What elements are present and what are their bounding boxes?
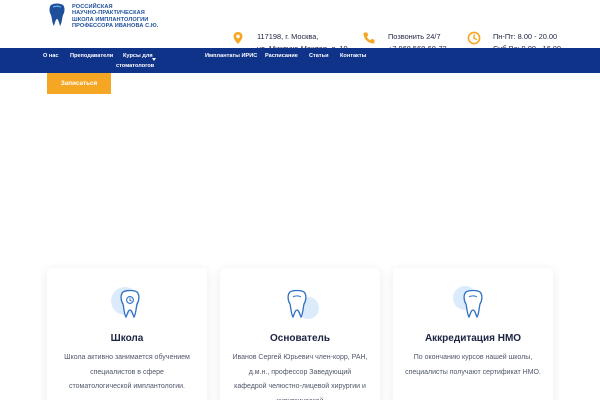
card-body: Иванов Сергей Юрьевич член-корр, РАН, д.… bbox=[232, 354, 368, 400]
tooth-icon bbox=[453, 286, 483, 319]
hours-line: Пн-Пт: 8.00 - 20.00 bbox=[493, 32, 558, 41]
nav-item-teachers[interactable]: Преподаватели bbox=[70, 51, 113, 61]
logo-line: ПРОФЕССОРА ИВАНОВА С.Ю. bbox=[72, 22, 159, 29]
card-body: Школа активно занимается обучением специ… bbox=[64, 354, 190, 390]
address-line: 117198, г. Москва, bbox=[257, 32, 319, 41]
phone-label: Позвонить 24/7 bbox=[388, 32, 441, 41]
nav-item-implants[interactable]: Имплантаты ИРИС bbox=[205, 51, 257, 61]
feature-card-school: Школа Школа активно занимается обучением… bbox=[47, 268, 207, 400]
nav-item-courses[interactable]: Курсы для bbox=[123, 51, 153, 61]
card-title: Аккредитация НМО bbox=[424, 333, 522, 344]
phone-icon bbox=[363, 32, 375, 44]
nav-item-courses-line2[interactable]: стоматологов bbox=[116, 61, 154, 71]
card-title: Основатель bbox=[269, 333, 331, 344]
feature-card-founder: Основатель Иванов Сергей Юрьевич член-ко… bbox=[220, 268, 380, 400]
card-body: По окончанию курсов нашей школы, специал… bbox=[405, 354, 541, 376]
map-pin-icon bbox=[233, 32, 243, 44]
logo-line: ШКОЛА ИМПЛАНТОЛОГИИ bbox=[72, 16, 149, 23]
card-title: Школа bbox=[110, 333, 144, 344]
tooth-icon bbox=[111, 287, 140, 319]
signup-button[interactable]: Записаться bbox=[47, 73, 111, 94]
chevron-down-icon[interactable] bbox=[152, 58, 156, 61]
nav-item-about[interactable]: О нас bbox=[43, 51, 59, 61]
tooth-logo-icon bbox=[49, 3, 65, 26]
clock-icon bbox=[467, 31, 481, 45]
site-header: РОССИЙСКАЯ НАУЧНО-ПРАКТИЧЕСКАЯ ШКОЛА ИМП… bbox=[0, 0, 600, 53]
logo-text: РОССИЙСКАЯ НАУЧНО-ПРАКТИЧЕСКАЯ ШКОЛА ИМП… bbox=[72, 3, 158, 29]
logo[interactable]: РОССИЙСКАЯ НАУЧНО-ПРАКТИЧЕСКАЯ ШКОЛА ИМП… bbox=[48, 3, 158, 29]
main-nav: О нас Преподаватели Курсы для стоматолог… bbox=[0, 48, 600, 73]
nav-item-contacts[interactable]: Контакты bbox=[340, 51, 366, 61]
nav-item-articles[interactable]: Статьи bbox=[309, 51, 329, 61]
feature-card-accreditation: Аккредитация НМО По окончанию курсов наш… bbox=[393, 268, 553, 400]
nav-item-schedule[interactable]: Расписание bbox=[265, 51, 298, 61]
tooth-icon bbox=[287, 289, 319, 319]
